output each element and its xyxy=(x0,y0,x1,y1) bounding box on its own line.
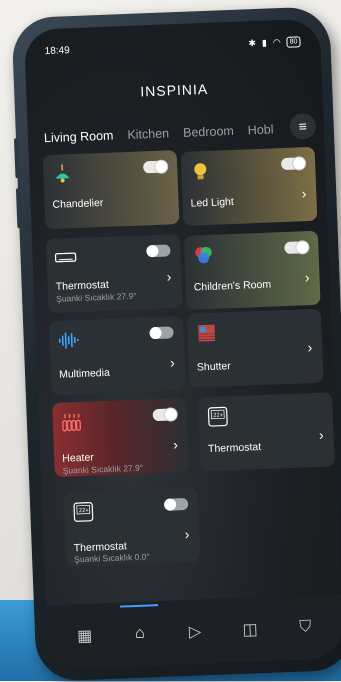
play-icon: ▷ xyxy=(189,624,202,641)
device-title: Multimedia xyxy=(59,367,110,381)
bottom-navigation: ▦ ⌂ ▷ ◫ ⛉ xyxy=(46,594,341,669)
device-title: Led Light xyxy=(190,196,234,210)
battery-icon: 80 xyxy=(286,36,300,48)
nav-camera[interactable]: ◫ xyxy=(235,619,266,640)
thermostat-display-icon: 22+ xyxy=(206,406,229,427)
power-toggle[interactable] xyxy=(146,244,170,257)
power-toggle[interactable] xyxy=(281,157,305,170)
room-tabs: Living Room Kitchen Bedroom Hobl xyxy=(43,115,314,151)
device-card-thermostat-3[interactable]: 22+ Thermostat Şuanki Sıcaklık 0.0° › xyxy=(64,488,201,567)
device-card-childrens-room[interactable]: Children's Room › xyxy=(184,231,321,310)
tab-bedroom[interactable]: Bedroom xyxy=(183,124,234,140)
device-title: Chandelier xyxy=(52,197,103,211)
status-time: 18:49 xyxy=(44,45,69,57)
air-conditioner-icon xyxy=(54,248,77,269)
device-subtitle: Şuanki Sıcaklık 27.9° xyxy=(63,463,144,476)
chevron-right-icon[interactable]: › xyxy=(305,269,310,285)
audio-wave-icon xyxy=(57,330,80,351)
device-title: Children's Room xyxy=(194,279,272,294)
ceiling-lamp-icon xyxy=(51,164,74,185)
wifi-icon: ◠ xyxy=(273,37,281,48)
nav-home[interactable]: ⌂ xyxy=(125,624,156,643)
device-subtitle: Şuanki Sıcaklık 0.0° xyxy=(74,551,150,564)
chevron-right-icon[interactable]: › xyxy=(173,436,178,452)
device-card-chandelier[interactable]: Chandelier xyxy=(43,150,180,229)
status-icons: ✱ ▮ ◠ 80 xyxy=(248,36,301,49)
device-title: Heater xyxy=(62,452,94,465)
tab-living-room[interactable]: Living Room xyxy=(44,129,114,146)
device-card-led-light[interactable]: Led Light › xyxy=(181,147,318,226)
thermostat-display-text: 22+ xyxy=(79,508,90,514)
heater-icon xyxy=(61,412,84,433)
power-toggle[interactable] xyxy=(143,160,167,173)
device-title: Thermostat xyxy=(208,441,262,455)
power-toggle[interactable] xyxy=(149,326,173,339)
nav-scenes[interactable]: ▷ xyxy=(180,621,211,642)
power-toggle[interactable] xyxy=(152,408,176,421)
device-card-thermostat-2[interactable]: 22+ Thermostat › xyxy=(198,392,335,471)
chevron-right-icon[interactable]: › xyxy=(319,427,324,443)
home-icon: ⌂ xyxy=(135,625,145,642)
status-bar: 18:49 ✱ ▮ ◠ 80 xyxy=(44,33,300,59)
light-bulb-icon xyxy=(189,161,212,182)
nav-dashboard[interactable]: ▦ xyxy=(69,625,100,646)
active-tab-indicator xyxy=(120,604,158,607)
phone-device: 18:49 ✱ ▮ ◠ 80 INSPINIA Living Room Kitc… xyxy=(11,6,341,682)
power-toggle[interactable] xyxy=(284,241,308,254)
chevron-right-icon[interactable]: › xyxy=(170,354,175,370)
phone-side-button xyxy=(16,188,22,228)
device-subtitle: Şuanki Sıcaklık 27.9° xyxy=(56,291,137,304)
chevron-right-icon[interactable]: › xyxy=(184,526,189,542)
chevron-right-icon[interactable]: › xyxy=(166,268,171,284)
device-card-shutter[interactable]: Shutter › xyxy=(187,309,324,388)
camera-icon: ◫ xyxy=(242,621,258,639)
device-card-thermostat[interactable]: Thermostat Şuanki Sıcaklık 27.9° › xyxy=(46,234,183,313)
chevron-right-icon[interactable]: › xyxy=(307,339,312,355)
thermostat-display-text: 22+ xyxy=(213,412,224,418)
tab-hobby[interactable]: Hobl xyxy=(247,122,273,137)
rgb-light-icon xyxy=(192,245,215,266)
thermostat-display-icon: 22+ xyxy=(72,502,95,523)
tab-kitchen[interactable]: Kitchen xyxy=(127,126,169,142)
app-screen: 18:49 ✱ ▮ ◠ 80 INSPINIA Living Room Kitc… xyxy=(24,19,341,670)
bluetooth-icon: ✱ xyxy=(248,37,256,48)
hamburger-icon: ≡ xyxy=(298,118,307,134)
shutter-icon xyxy=(195,323,218,344)
dashboard-icon: ▦ xyxy=(77,628,93,646)
device-title: Shutter xyxy=(197,360,231,373)
nav-security[interactable]: ⛉ xyxy=(290,618,321,637)
phone-side-button xyxy=(14,138,20,178)
device-card-multimedia[interactable]: Multimedia › xyxy=(49,316,186,395)
signal-icon: ▮ xyxy=(262,37,267,48)
chevron-right-icon[interactable]: › xyxy=(301,185,306,201)
device-card-heater[interactable]: Heater Şuanki Sıcaklık 27.9° › xyxy=(52,398,189,477)
device-title: Thermostat xyxy=(55,279,109,293)
brand-logo: INSPINIA xyxy=(26,76,322,103)
power-toggle[interactable] xyxy=(164,498,188,511)
shield-icon: ⛉ xyxy=(299,618,312,635)
